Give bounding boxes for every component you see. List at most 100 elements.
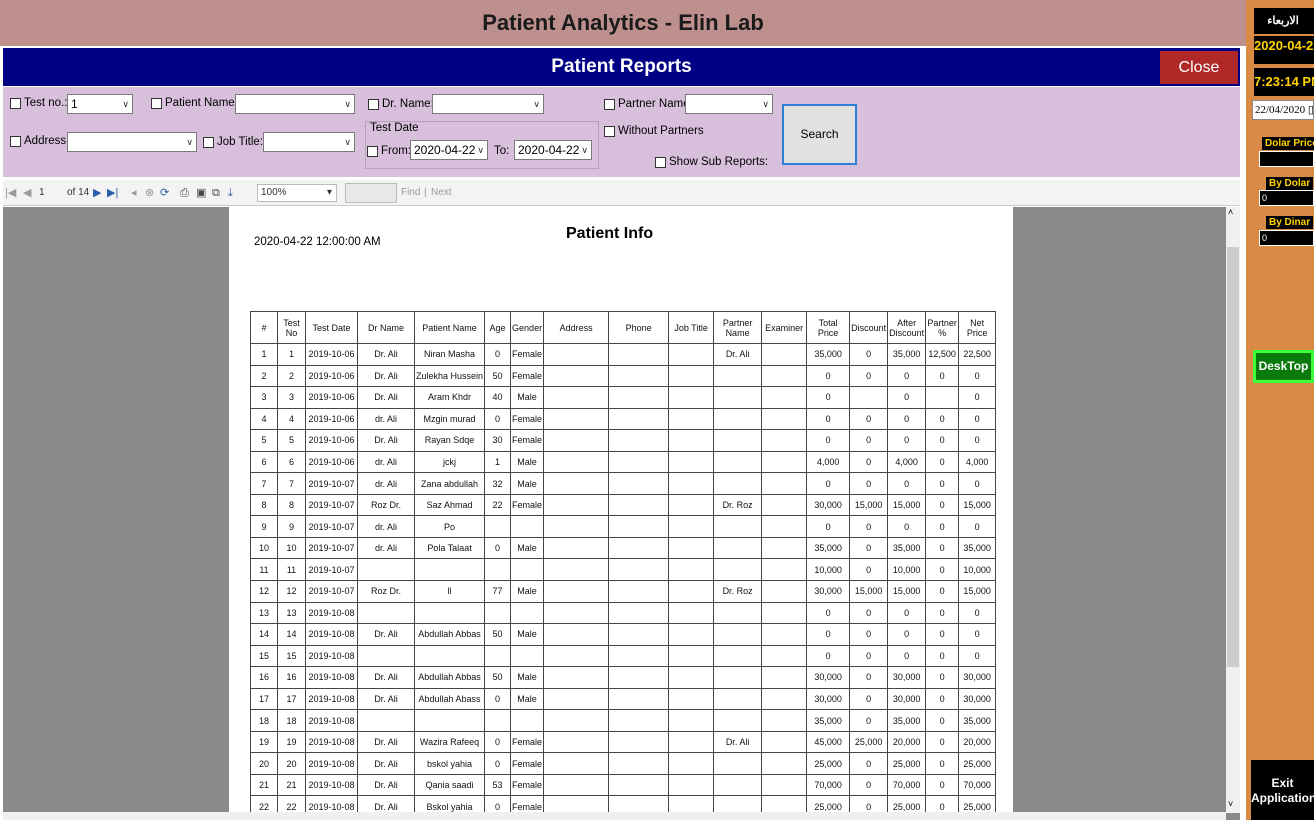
table-cell: 13 bbox=[277, 601, 306, 625]
from-date-filter[interactable]: From: bbox=[367, 145, 411, 157]
table-cell: jckj bbox=[413, 450, 486, 474]
table-cell: 2019-10-08 bbox=[305, 773, 358, 797]
partner-name-checkbox[interactable] bbox=[604, 98, 615, 110]
table-cell: 11 bbox=[277, 558, 306, 582]
table-cell: Rayan Sdqe bbox=[413, 429, 486, 452]
print-icon[interactable]: ⎙ bbox=[180, 186, 189, 200]
table-cell: 4 bbox=[250, 407, 278, 431]
to-date-picker[interactable]: 2020-04-22 ∨ bbox=[514, 140, 592, 160]
without-partners-checkbox[interactable] bbox=[604, 125, 615, 137]
from-date-picker[interactable]: 2020-04-22 ∨ bbox=[410, 140, 488, 160]
date-picker-field[interactable]: 22/04/2020 ▯ bbox=[1252, 100, 1314, 120]
table-cell: 20,000 bbox=[887, 730, 927, 754]
job-title-select[interactable]: ∨ bbox=[263, 132, 355, 152]
table-cell: Dr. Ali bbox=[713, 730, 763, 754]
table-cell: Female bbox=[510, 773, 545, 797]
print-layout-icon[interactable]: ▣ bbox=[196, 186, 206, 200]
patient-name-select[interactable]: ∨ bbox=[235, 94, 355, 114]
table-cell: dr. Ali bbox=[357, 450, 415, 474]
dolar-price-field[interactable] bbox=[1259, 151, 1314, 167]
table-cell: 4,000 bbox=[958, 450, 997, 474]
table-cell: Mzgin murad bbox=[413, 407, 486, 431]
patient-name-filter[interactable]: Patient Name: bbox=[151, 97, 238, 109]
page-setup-icon[interactable]: ⧉ bbox=[212, 186, 220, 200]
partner-name-filter[interactable]: Partner Name: bbox=[604, 98, 693, 110]
report-viewer[interactable]: 2020-04-22 12:00:00 AM Patient Info # Tes… bbox=[3, 207, 1240, 820]
test-no-select[interactable]: 1 ∨ bbox=[67, 94, 133, 114]
table-cell: 15,000 bbox=[887, 580, 927, 603]
desktop-button[interactable]: DeskTop bbox=[1253, 350, 1314, 383]
table-cell: 0 bbox=[484, 343, 512, 366]
table-cell: Zulekha Hussein bbox=[413, 364, 486, 388]
patient-name-checkbox[interactable] bbox=[151, 97, 162, 109]
table-cell: Dr. Ali bbox=[357, 343, 415, 366]
test-no-filter[interactable]: Test no.: bbox=[10, 97, 67, 109]
scroll-up-icon[interactable]: ˄ bbox=[1228, 207, 1233, 217]
table-cell: 0 bbox=[925, 601, 960, 625]
exit-application-button[interactable]: Exit Application bbox=[1251, 760, 1314, 820]
close-button[interactable]: Close bbox=[1160, 51, 1238, 84]
table-cell bbox=[713, 407, 763, 431]
refresh-icon[interactable]: ⟳ bbox=[160, 186, 169, 200]
table-cell: 0 bbox=[849, 666, 889, 689]
find-next-button[interactable]: Next bbox=[431, 180, 452, 206]
test-no-checkbox[interactable] bbox=[10, 97, 21, 109]
next-page-icon[interactable]: ▶ bbox=[93, 186, 101, 200]
table-cell: 0 bbox=[806, 386, 851, 409]
table-cell: 0 bbox=[849, 536, 889, 560]
first-page-icon[interactable]: |◀ bbox=[5, 186, 16, 200]
table-row: 10 10 2019-10-07 dr. Ali Pola Talaat 0 Male 35,… bbox=[250, 536, 997, 560]
table-cell: 2019-10-08 bbox=[305, 644, 358, 668]
dr-name-select[interactable]: ∨ bbox=[432, 94, 544, 114]
vertical-scrollbar[interactable]: ˄ ˅ bbox=[1226, 207, 1240, 813]
dolar-price-label: Dolar Price bbox=[1262, 137, 1314, 150]
find-button[interactable]: Find bbox=[401, 180, 420, 206]
show-sub-reports-filter[interactable]: Show Sub Reports: bbox=[655, 156, 768, 168]
dr-name-filter[interactable]: Dr. Name: bbox=[368, 98, 434, 110]
scroll-down-icon[interactable]: ˅ bbox=[1228, 799, 1233, 809]
find-input[interactable] bbox=[345, 183, 397, 203]
table-cell bbox=[543, 515, 610, 538]
address-checkbox[interactable] bbox=[10, 135, 21, 147]
current-page-field[interactable]: 1 bbox=[39, 180, 45, 206]
table-cell: 50 bbox=[484, 623, 512, 646]
table-cell: Dr. Roz bbox=[713, 493, 763, 517]
job-title-checkbox[interactable] bbox=[203, 136, 214, 148]
from-date-checkbox[interactable] bbox=[367, 145, 378, 157]
table-cell: 20,000 bbox=[958, 730, 997, 754]
column-header: Age bbox=[484, 311, 512, 344]
zoom-value: 100% bbox=[261, 187, 287, 198]
export-icon[interactable]: ⤓ bbox=[228, 186, 233, 200]
partner-name-select[interactable]: ∨ bbox=[685, 94, 773, 114]
table-cell bbox=[668, 407, 715, 431]
horizontal-scrollbar[interactable] bbox=[3, 812, 1226, 820]
last-page-icon[interactable]: ▶| bbox=[107, 186, 118, 200]
table-cell: 0 bbox=[925, 773, 960, 797]
address-filter[interactable]: Address: bbox=[10, 135, 69, 147]
address-select[interactable]: ∨ bbox=[67, 132, 197, 152]
by-dolar-field[interactable]: 0 bbox=[1259, 190, 1314, 206]
table-cell: 30,000 bbox=[958, 687, 997, 711]
table-cell: 0 bbox=[849, 773, 889, 797]
table-cell: 0 bbox=[806, 515, 851, 538]
report-page: 2020-04-22 12:00:00 AM Patient Info # Tes… bbox=[229, 207, 1013, 820]
without-partners-filter[interactable]: Without Partners bbox=[604, 125, 704, 137]
calendar-icon[interactable]: ▯ bbox=[1308, 104, 1313, 116]
job-title-filter[interactable]: Job Title: bbox=[203, 136, 263, 148]
table-cell: Dr. Ali bbox=[713, 343, 763, 366]
dr-name-checkbox[interactable] bbox=[368, 98, 379, 110]
table-cell bbox=[713, 450, 763, 474]
by-dinar-field[interactable]: 0 bbox=[1259, 230, 1314, 246]
scroll-thumb[interactable] bbox=[1227, 247, 1239, 667]
previous-page-icon[interactable]: ◀ bbox=[23, 186, 31, 200]
back-icon[interactable]: ◂ bbox=[131, 186, 137, 200]
table-cell bbox=[608, 364, 670, 388]
right-side-panel: الاربعاء 2020-04-22 7:23:14 PM 22/04/202… bbox=[1246, 0, 1314, 820]
filter-panel: Test no.: 1 ∨ Patient Name: ∨ Dr. Name: ∨… bbox=[3, 87, 1240, 177]
zoom-select[interactable]: 100% ▾ bbox=[257, 184, 337, 202]
table-row: 4 4 2019-10-06 dr. Ali Mzgin murad 0 Female 0 0 0… bbox=[250, 407, 997, 431]
search-button[interactable]: Search bbox=[782, 104, 857, 165]
table-cell bbox=[761, 515, 808, 538]
stop-icon[interactable]: ⊗ bbox=[145, 186, 154, 200]
show-sub-reports-checkbox[interactable] bbox=[655, 156, 666, 168]
